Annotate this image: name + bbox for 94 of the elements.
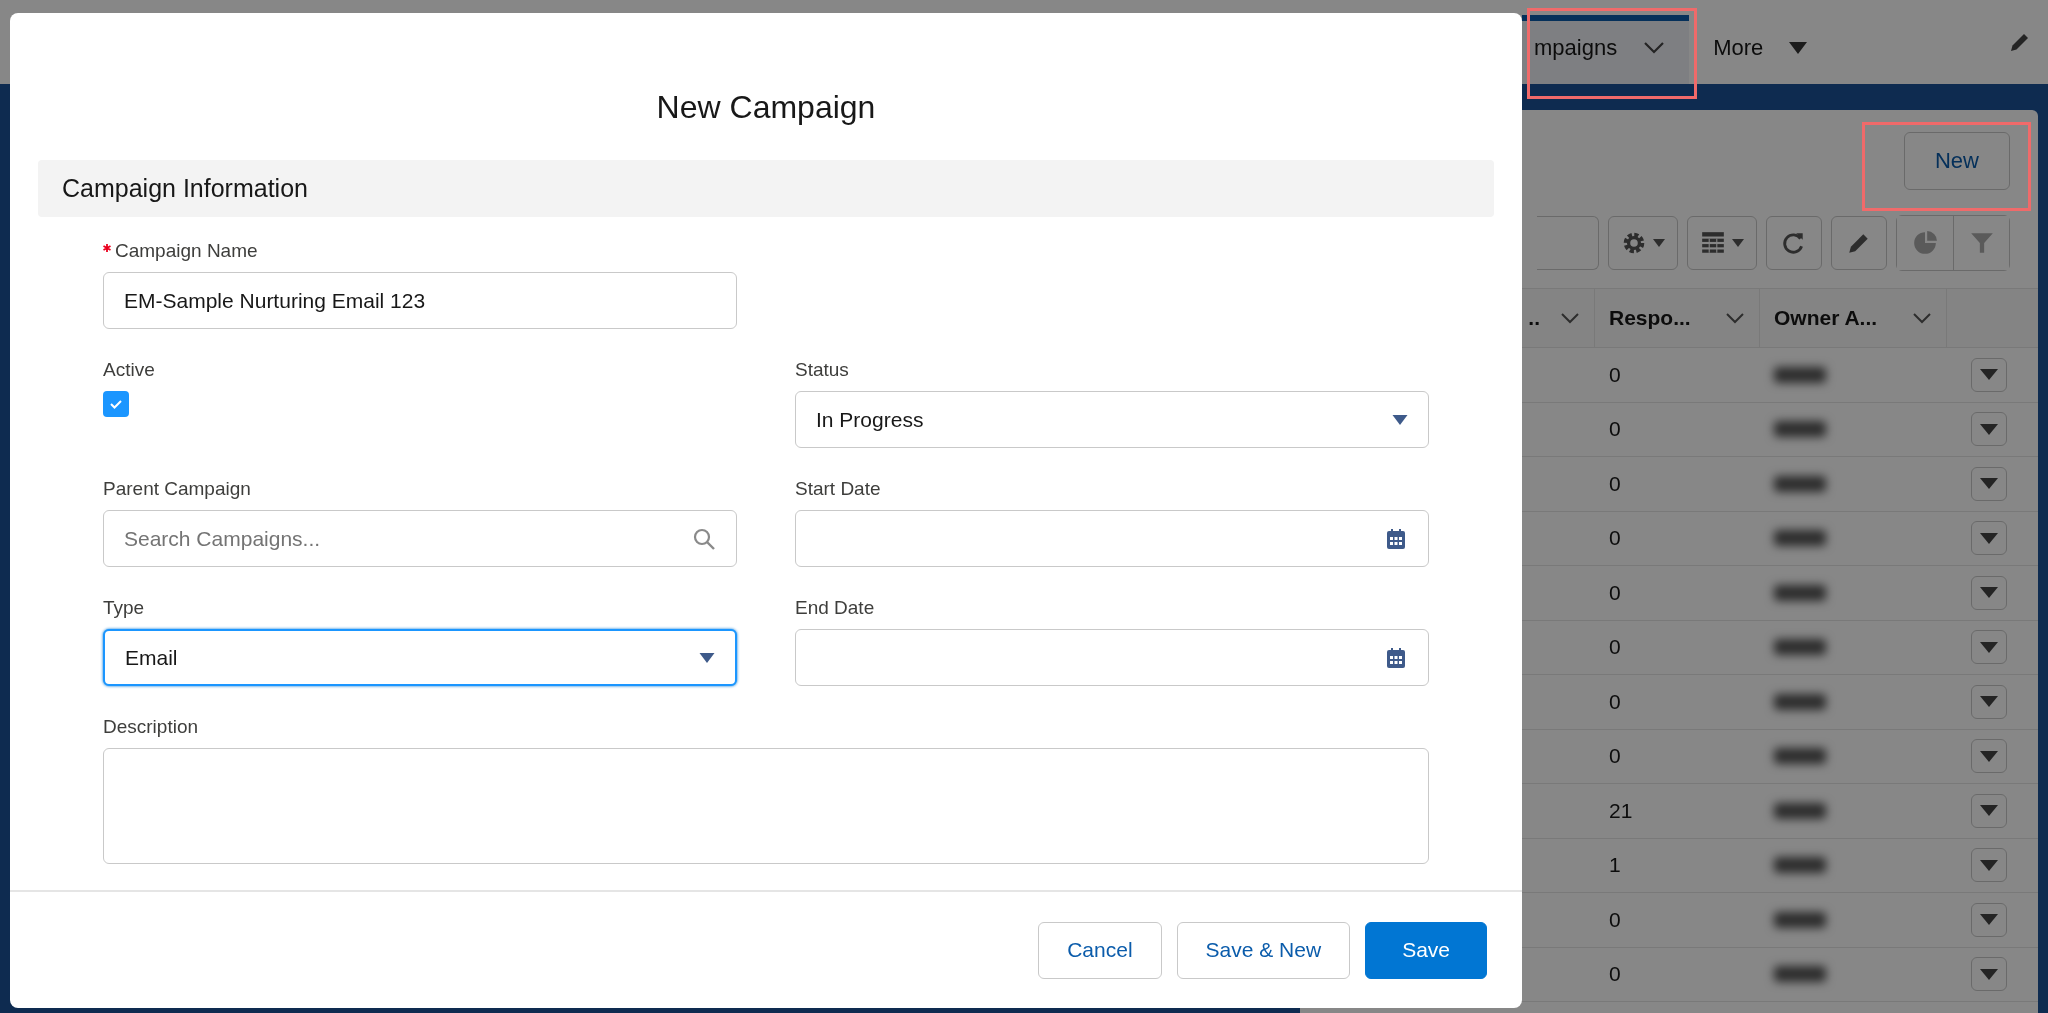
field-label: Start Date (795, 478, 881, 500)
blurred-text (1774, 475, 1826, 492)
caret-icon (1980, 641, 1998, 653)
blurred-text (1774, 584, 1826, 601)
row-action-button[interactable] (1971, 357, 2007, 392)
row-action-button[interactable] (1971, 739, 2007, 774)
table-cell: 0 (1595, 402, 1760, 457)
nav-tab[interactable]: mpaigns (1522, 15, 1690, 84)
action-button[interactable]: Cancel (1038, 921, 1162, 979)
caret-icon (1980, 696, 1998, 708)
table-cell: 21 (1595, 784, 1760, 839)
chevron-down-icon (1643, 40, 1666, 55)
row-action-button[interactable] (1971, 466, 2007, 501)
caret-icon (1980, 423, 1998, 435)
caret-icon (1980, 805, 1998, 817)
column-header[interactable]: Respo... (1595, 288, 1760, 348)
table-cell: 0 (1595, 675, 1760, 730)
select-field[interactable]: In Progress (795, 391, 1429, 448)
column-header[interactable]: Owner A... (1760, 288, 1947, 348)
table-cell: 0 (1595, 511, 1760, 566)
blurred-text (1774, 693, 1826, 710)
row-action-button[interactable] (1971, 848, 2007, 883)
table-cell: 0 (1595, 729, 1760, 784)
table-cell: 1 (1595, 838, 1760, 893)
modal-title: New Campaign (655, 88, 877, 127)
caret-icon (1980, 532, 1998, 544)
caret-icon (1653, 239, 1665, 247)
row-action-button[interactable] (1971, 793, 2007, 828)
field-label: End Date (795, 597, 875, 619)
date-field[interactable] (795, 629, 1429, 686)
blurred-text (1774, 748, 1826, 765)
pie-chart-icon (1912, 230, 1938, 256)
save-button[interactable]: Save (1365, 921, 1487, 979)
field-label: Active (103, 359, 155, 381)
table-cell: 0 (1595, 566, 1760, 621)
section-header[interactable]: Campaign Information (38, 160, 1494, 217)
blurred-text (1774, 421, 1826, 438)
blurred-text (1774, 802, 1826, 819)
search-icon (692, 526, 716, 551)
nav-tab[interactable]: More (1689, 15, 1832, 84)
text-field[interactable]: EM-Sample Nurturing Email 123 (103, 272, 737, 329)
chevron-down-icon (1560, 312, 1580, 324)
table-cell: 0 (1595, 457, 1760, 512)
new-button[interactable]: New (1904, 132, 2010, 190)
field-label: Parent Campaign (103, 478, 251, 500)
blurred-text (1774, 366, 1826, 383)
caret-icon (1980, 968, 1998, 980)
calendar-icon (1384, 526, 1408, 551)
caret-icon (1980, 369, 1998, 381)
chevron-down-icon (1725, 312, 1745, 324)
row-action-button[interactable] (1971, 521, 2007, 556)
row-action-button[interactable] (1971, 575, 2007, 610)
field-label: Status (795, 359, 849, 381)
edit-button[interactable] (1831, 216, 1887, 270)
date-field[interactable] (795, 510, 1429, 567)
row-action-button[interactable] (1971, 957, 2007, 992)
row-action-button[interactable] (1971, 902, 2007, 937)
caret-icon (1980, 859, 1998, 871)
caret-icon (1980, 587, 1998, 599)
blurred-text (1774, 857, 1826, 874)
caret-icon (1980, 914, 1998, 926)
filter-icon (1968, 230, 1995, 256)
blurred-text (1774, 530, 1826, 547)
search-field[interactable] (1537, 216, 1599, 270)
caret-icon (1789, 41, 1808, 54)
caret-icon (1732, 239, 1744, 247)
table-cell: 0 (1595, 893, 1760, 948)
settings-icon (1621, 230, 1647, 256)
checkbox[interactable] (103, 391, 129, 417)
table-cell: 0 (1595, 620, 1760, 675)
field-label: Campaign Name (115, 240, 258, 262)
chevron-down-icon (1912, 312, 1932, 324)
caret-icon (1980, 478, 1998, 490)
table-cell: 0 (1595, 348, 1760, 403)
caret-icon (699, 652, 715, 663)
blurred-text (1774, 911, 1826, 928)
row-action-button[interactable] (1971, 630, 2007, 665)
blurred-text (1774, 639, 1826, 656)
refresh-button[interactable] (1766, 216, 1822, 270)
caret-icon (1980, 750, 1998, 762)
action-button[interactable]: Save & New (1176, 921, 1351, 979)
blurred-text (1774, 966, 1826, 983)
row-action-button[interactable] (1971, 412, 2007, 447)
calendar-icon (1384, 645, 1408, 670)
table-cell: 0 (1595, 947, 1760, 1002)
table-view-button[interactable] (1687, 216, 1757, 270)
row-action-button[interactable] (1971, 684, 2007, 719)
search-field[interactable]: Search Campaigns... (103, 510, 737, 567)
field-label: Description (103, 716, 199, 738)
caret-icon (1392, 414, 1408, 425)
settings-button[interactable] (1608, 216, 1678, 270)
select-field[interactable]: Email (103, 629, 737, 686)
table-icon (1700, 230, 1726, 256)
field-label: Type (103, 597, 145, 619)
